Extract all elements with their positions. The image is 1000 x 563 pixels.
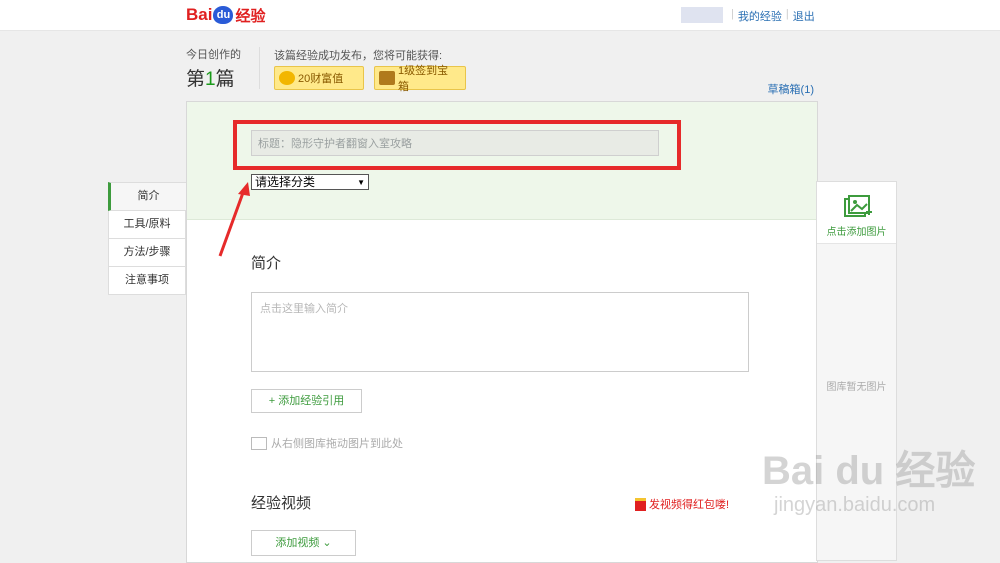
today-count: 今日创作的 第1篇: [186, 46, 241, 91]
logout-link[interactable]: 退出: [793, 8, 815, 24]
highlight-box: [233, 120, 681, 170]
today-label: 今日创作的: [186, 49, 241, 61]
drafts-link[interactable]: 草稿箱(1): [768, 81, 814, 97]
video-heading: 经验视频: [251, 495, 312, 512]
reward-text: 该篇经验成功发布，您将可能获得:: [274, 50, 443, 62]
add-image-icon: [843, 195, 872, 217]
today-count-value: 第1篇: [186, 69, 235, 90]
coin-icon: [279, 71, 295, 85]
treasure-badge: 1级签到宝箱: [374, 65, 466, 93]
intro-heading: 简介: [251, 255, 282, 272]
video-promo-link[interactable]: 发视频得红包喽!: [635, 496, 729, 512]
annotation-arrow-icon: [218, 182, 250, 257]
baidu-jingyan-logo[interactable]: Bai du 经验: [186, 5, 265, 25]
drag-hint: 从右侧图库拖动图片到此处: [251, 435, 403, 451]
top-bar: Bai du 经验 | 我的经验 | 退出: [0, 0, 1000, 31]
nav-item-intro[interactable]: 简介: [108, 182, 186, 211]
separator: |: [731, 8, 734, 20]
image-icon: [251, 436, 267, 450]
watermark: Bai du 经验 jingyan.baidu.com: [762, 449, 976, 516]
paw-icon: du: [213, 6, 234, 24]
section-nav: 简介 工具/原料 方法/步骤 注意事项: [108, 182, 186, 295]
add-video-button[interactable]: 添加视频 ⌄: [251, 530, 356, 556]
empty-library-text: 图库暂无图片: [826, 382, 887, 393]
nav-item-steps[interactable]: 方法/步骤: [108, 239, 186, 267]
treasure-chest-icon: [379, 71, 395, 85]
red-envelope-icon: [635, 497, 646, 511]
editor-panel: 标题：隐形守护者翻窗入室攻略 请选择分类 ▼ 简介 点击这里输入简介 + 添加经…: [186, 101, 818, 563]
my-experience-link[interactable]: 我的经验: [738, 8, 782, 24]
add-image-button[interactable]: 点击添加图片: [817, 182, 896, 244]
separator: |: [785, 8, 789, 20]
nav-item-notes[interactable]: 注意事项: [108, 267, 186, 295]
user-avatar[interactable]: [681, 7, 723, 23]
wealth-badge: 20财富值: [274, 66, 364, 90]
add-reference-button[interactable]: + 添加经验引用: [251, 389, 362, 413]
category-select[interactable]: 请选择分类 ▼: [251, 174, 369, 190]
dropdown-arrow-icon: ▼: [357, 178, 365, 187]
divider: [259, 47, 260, 89]
intro-textarea[interactable]: 点击这里输入简介: [251, 292, 749, 372]
top-links: | 我的经验 | 退出: [731, 8, 815, 24]
nav-item-tools[interactable]: 工具/原料: [108, 211, 186, 239]
